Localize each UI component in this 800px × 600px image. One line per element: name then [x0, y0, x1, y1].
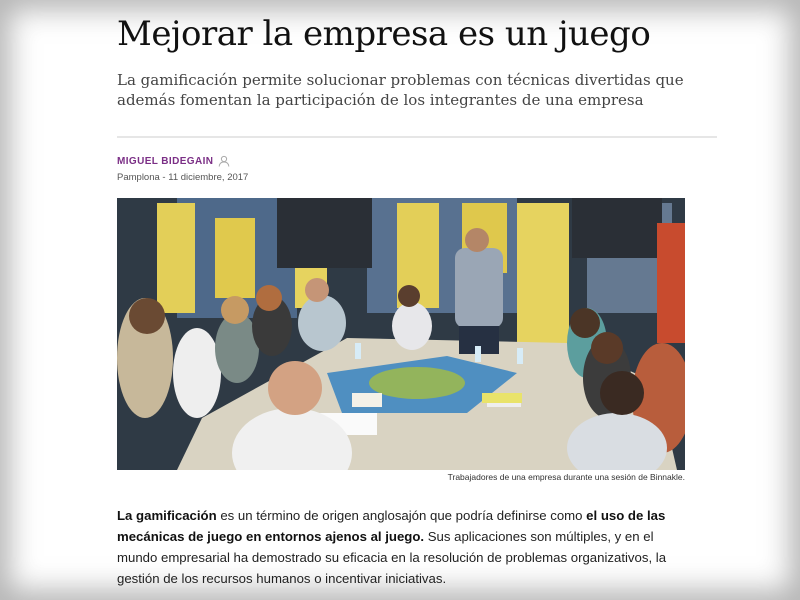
dateline-date: 11 diciembre, 2017 [168, 172, 249, 183]
water-bottle-1 [355, 343, 361, 359]
body-term: La gamificación [117, 508, 217, 523]
article-headline: Mejorar la empresa es un juego [117, 14, 651, 54]
person-center [392, 302, 432, 350]
user-outline-icon[interactable] [218, 155, 230, 167]
presenter-shirt [455, 248, 503, 328]
water-bottle-2 [475, 346, 481, 362]
page-frame: Mejorar la empresa es un juego La gamifi… [0, 0, 800, 600]
person-center-hair [398, 285, 420, 307]
wall-screen [277, 198, 372, 268]
person-blonde-hair [221, 296, 249, 324]
person-right-teal-hair [570, 308, 600, 338]
person-left-front-hair [129, 298, 165, 334]
workshop-photo-illustration [117, 198, 685, 470]
board-island [369, 367, 465, 399]
person-white-shirt [173, 328, 221, 418]
article-photo[interactable] [117, 198, 685, 470]
presenter-head [465, 228, 489, 252]
author-byline[interactable]: MIGUEL BIDEGAIN [117, 155, 230, 167]
person-lanyard-head [305, 278, 329, 302]
person-right-dark-hair [591, 332, 623, 364]
dateline-location: Pamplona [117, 172, 160, 183]
person-right-front-hair [600, 371, 644, 415]
yellow-card [482, 393, 522, 403]
photo-caption: Trabajadores de una empresa durante una … [447, 472, 685, 482]
paper-card-1 [352, 393, 382, 407]
dateline-separator: - [159, 172, 169, 183]
body-text-1: es un término de origen anglosajón que p… [216, 508, 587, 523]
poster-2 [215, 218, 255, 298]
water-bottle-3 [517, 348, 523, 364]
header-divider [117, 136, 717, 138]
person-red-hair [256, 285, 282, 311]
person-lanyard [298, 295, 346, 351]
author-name[interactable]: MIGUEL BIDEGAIN [117, 156, 213, 167]
poster-red [657, 223, 685, 343]
person-bald-head [268, 361, 322, 415]
poster-1 [157, 203, 195, 313]
article-subtitle: La gamificación permite solucionar probl… [117, 71, 684, 109]
article-body-paragraph: La gamificación es un término de origen … [117, 505, 677, 589]
dateline: Pamplona - 11 diciembre, 2017 [117, 172, 248, 183]
wall-screen-right [572, 198, 662, 258]
poster-6 [517, 203, 569, 343]
